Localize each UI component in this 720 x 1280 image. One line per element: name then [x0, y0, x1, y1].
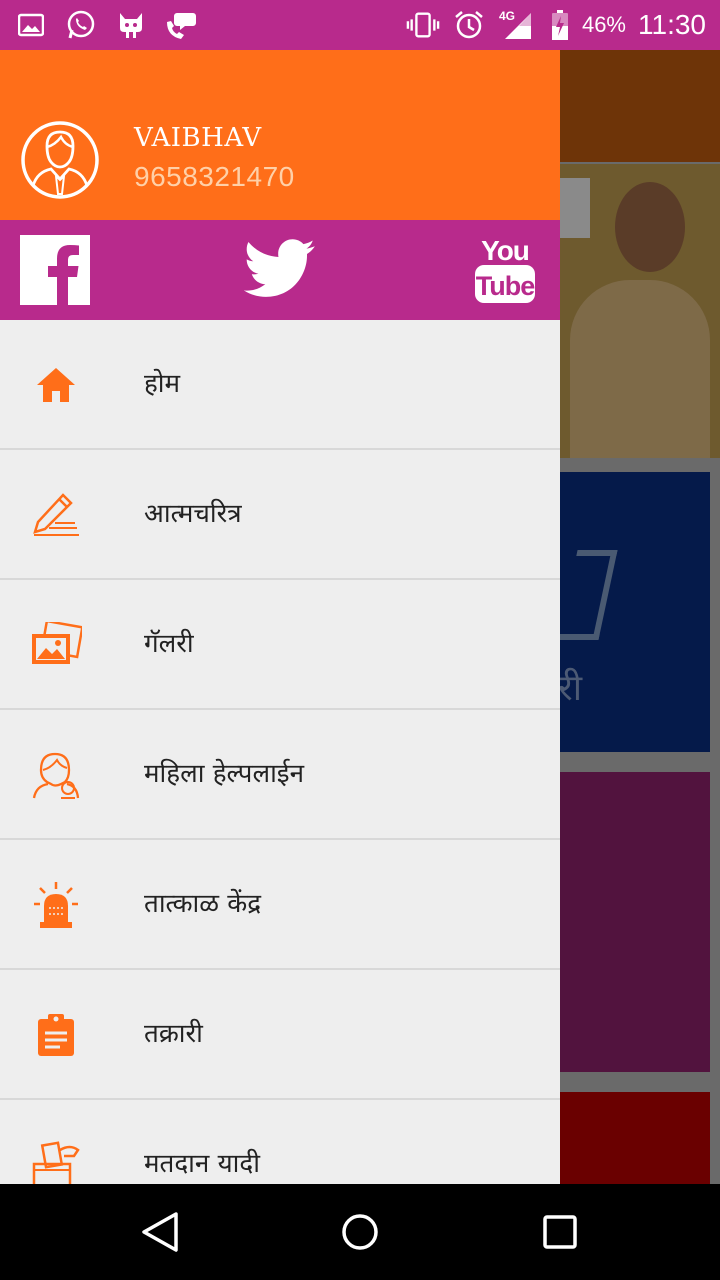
drawer-header: VAIBHAV 9658321470: [0, 50, 560, 220]
battery-percent: 46%: [581, 12, 626, 37]
menu-item-label: महिला हेल्पलाईन: [144, 759, 305, 789]
background-person-head: [615, 182, 685, 272]
svg-text:Tube: Tube: [476, 271, 535, 301]
woman-helpline-icon: [28, 749, 84, 801]
menu-item-women-helpline[interactable]: महिला हेल्पलाईन: [0, 710, 560, 840]
pencil-write-icon: [28, 489, 84, 541]
ballot-box-icon: [28, 1139, 84, 1184]
cat-app-icon: [114, 8, 148, 42]
clipboard-icon: [28, 1009, 84, 1061]
menu-item-autobiography[interactable]: आत्मचरित्र: [0, 450, 560, 580]
home-circle-icon[interactable]: [336, 1208, 384, 1256]
youtube-icon[interactable]: You Tube: [474, 232, 536, 306]
svg-text:You: You: [481, 235, 529, 266]
menu-item-label: तक्रारी: [144, 1019, 203, 1049]
background-tile: [560, 1092, 710, 1184]
image-icon: [14, 8, 48, 42]
system-nav-bar: [0, 1184, 720, 1280]
background-tile: [560, 772, 710, 1072]
background-tile-label: री: [558, 668, 583, 709]
recents-icon[interactable]: [536, 1208, 584, 1256]
battery-icon: [550, 8, 570, 42]
menu-item-label: आत्मचरित्र: [144, 499, 242, 529]
back-icon[interactable]: [136, 1208, 184, 1256]
svg-text:4G: 4G: [499, 9, 515, 23]
background-photo: [560, 178, 590, 238]
avatar[interactable]: [20, 120, 100, 200]
clock: 11:30: [638, 9, 706, 40]
phone-chat-icon: [164, 8, 198, 42]
screen: 4G 46% 11:30 री VAIBHAV 9658321470 You T…: [0, 0, 720, 1280]
background-person: [570, 280, 710, 458]
gallery-icon: [28, 619, 84, 671]
social-bar: You Tube: [0, 220, 560, 320]
status-bar: 4G 46% 11:30: [0, 0, 720, 50]
whatsapp-icon: [64, 8, 98, 42]
menu-item-label: होम: [144, 369, 181, 399]
alarm-icon: [452, 8, 486, 42]
menu-item-home[interactable]: होम: [0, 320, 560, 450]
drawer-menu: होम आत्मचरित्र गॅलरी महिला हेल्पलाईन तात…: [0, 320, 560, 1184]
menu-item-label: तात्काळ केंद्र: [144, 889, 262, 919]
menu-item-gallery[interactable]: गॅलरी: [0, 580, 560, 710]
menu-item-voter-list[interactable]: मतदान यादी: [0, 1100, 560, 1184]
user-name: VAIBHAV: [134, 123, 262, 153]
twitter-icon[interactable]: [243, 238, 316, 300]
menu-item-label: मतदान यादी: [144, 1149, 260, 1179]
menu-item-complaints[interactable]: तक्रारी: [0, 970, 560, 1100]
menu-item-emergency-centre[interactable]: तात्काळ केंद्र: [0, 840, 560, 970]
vibrate-icon: [406, 8, 440, 42]
siren-icon: [28, 879, 84, 931]
facebook-icon[interactable]: [20, 235, 90, 305]
user-phone: 9658321470: [134, 161, 295, 192]
navigation-drawer: VAIBHAV 9658321470 You Tube होम आत्मचरित…: [0, 50, 560, 1184]
signal-icon: 4G: [498, 8, 538, 42]
home-icon: [28, 359, 84, 411]
menu-item-label: गॅलरी: [144, 629, 194, 659]
